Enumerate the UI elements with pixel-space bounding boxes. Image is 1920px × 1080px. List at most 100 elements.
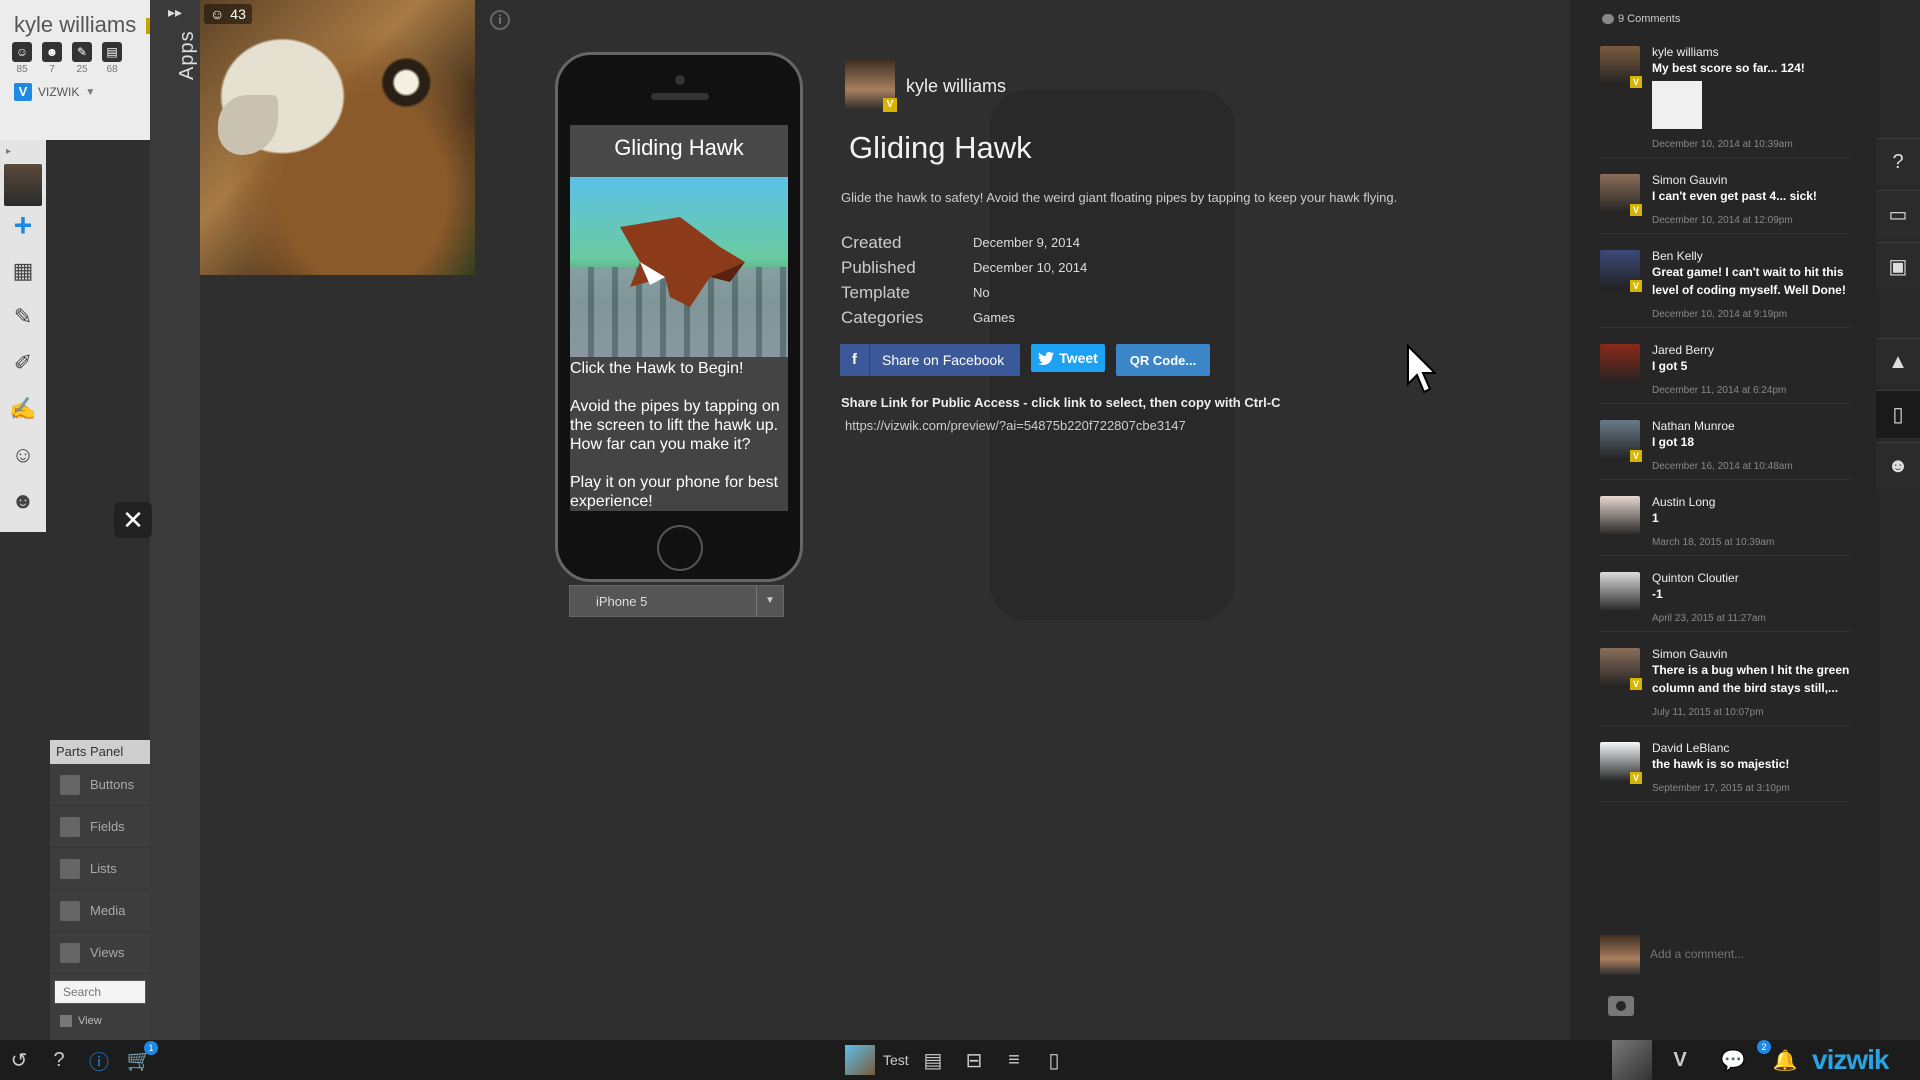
bell-icon[interactable]: 🔔 xyxy=(1770,1045,1800,1075)
share-link[interactable]: https://vizwik.com/preview/?ai=54875b220… xyxy=(845,418,1185,433)
vizwik-v-icon[interactable]: V xyxy=(1665,1045,1695,1075)
part-views[interactable]: Views xyxy=(50,932,150,974)
author-avatar[interactable]: V xyxy=(845,60,897,112)
avatar[interactable]: V xyxy=(1600,742,1642,784)
game-title: Gliding Hawk xyxy=(570,125,788,177)
info-icon[interactable]: i xyxy=(490,10,510,30)
likes-badge[interactable]: ☺ 43 xyxy=(204,4,252,24)
device-icon[interactable]: ▤ xyxy=(918,1045,948,1075)
tweet-button[interactable]: Tweet xyxy=(1031,344,1105,372)
help-icon[interactable]: ? xyxy=(44,1045,74,1075)
chat-icon[interactable]: 💬 xyxy=(1718,1045,1748,1075)
apps-strip[interactable] xyxy=(150,0,200,1040)
meta-row: Created December 9, 2014 xyxy=(841,230,1087,255)
graduation-cap-icon[interactable]: ▲ xyxy=(1876,338,1920,386)
game-art[interactable] xyxy=(570,177,788,357)
chat-icon[interactable]: ▭ xyxy=(1876,190,1920,238)
avatar[interactable] xyxy=(1612,1040,1652,1080)
comment-author[interactable]: Simon Gauvin xyxy=(1652,168,1850,187)
avatar xyxy=(1600,935,1640,975)
phone-icon[interactable]: ▯ xyxy=(1876,390,1920,438)
comment: V Simon Gauvin I can't even get past 4..… xyxy=(1600,168,1850,234)
comment-author[interactable]: Nathan Munroe xyxy=(1652,414,1850,433)
avatar[interactable] xyxy=(1600,572,1640,612)
part-buttons[interactable]: Buttons xyxy=(50,764,150,806)
chevron-down-icon[interactable]: ▼ xyxy=(756,586,783,616)
avatar[interactable] xyxy=(4,164,42,206)
parts-search-input[interactable] xyxy=(54,980,146,1004)
home-button[interactable] xyxy=(657,525,703,571)
app-list-icon[interactable]: ▦ xyxy=(6,254,40,288)
comment-author[interactable]: Simon Gauvin xyxy=(1652,642,1850,661)
user-stat[interactable]: ☺ 85 xyxy=(12,42,32,75)
share-facebook-button[interactable]: f Share on Facebook xyxy=(840,344,1020,376)
user-stat[interactable]: ☻ 7 xyxy=(42,42,62,75)
comment-text: I got 5 xyxy=(1652,359,1688,373)
comment-author[interactable]: Quinton Cloutier xyxy=(1652,566,1850,585)
mouse-cursor-icon xyxy=(1407,344,1436,394)
view-label: View xyxy=(78,1015,102,1027)
avatar[interactable]: V xyxy=(1600,46,1642,88)
presenter-icon[interactable]: ▣ xyxy=(1876,242,1920,290)
comment-author[interactable]: Ben Kelly xyxy=(1652,244,1850,263)
apps-label: Apps xyxy=(176,30,198,80)
comment-bubble-icon xyxy=(1602,14,1614,24)
org-selector[interactable]: V VIZWIK ▼ xyxy=(14,83,95,101)
device-select[interactable]: iPhone 5 ▼ xyxy=(569,585,784,617)
add-comment-input[interactable] xyxy=(1650,947,1850,961)
edit-app-icon[interactable]: ✎ xyxy=(6,300,40,334)
view-icon xyxy=(60,1015,72,1027)
meta-row: Published December 10, 2014 xyxy=(841,255,1087,280)
qr-code-button[interactable]: QR Code... xyxy=(1116,344,1210,376)
info-icon[interactable]: ⓘ xyxy=(84,1045,114,1075)
comments-panel: 9 Comments V kyle williams My best score… xyxy=(1570,0,1880,1040)
app-thumbnail[interactable] xyxy=(200,0,475,275)
phone-screen[interactable]: Gliding Hawk Click the Hawk to Begin! Av… xyxy=(570,125,788,511)
comment-author[interactable]: Jared Berry xyxy=(1652,338,1850,357)
collapse-icon[interactable]: ▸ xyxy=(6,146,11,157)
comment-attachment[interactable] xyxy=(1652,81,1702,129)
user-stat[interactable]: ▤ 68 xyxy=(102,42,122,75)
share-facebook-label: Share on Facebook xyxy=(882,352,1005,368)
edit-screen-icon[interactable]: ✐ xyxy=(6,346,40,380)
facebook-icon: f xyxy=(840,344,870,376)
face-icon: ☺ xyxy=(210,6,225,22)
author-name[interactable]: kyle williams xyxy=(906,76,1006,97)
comment-text: 1 xyxy=(1652,511,1659,525)
add-icon[interactable]: + xyxy=(6,207,40,243)
test-button[interactable]: Test xyxy=(845,1045,909,1075)
part-lists[interactable]: Lists xyxy=(50,848,150,890)
close-icon[interactable]: ✕ xyxy=(114,502,152,538)
back-icon[interactable]: ↺ xyxy=(4,1045,34,1075)
expand-icon[interactable]: ▸▸ xyxy=(168,4,182,21)
likes-icon: ☻ xyxy=(42,42,62,62)
part-media[interactable]: Media xyxy=(50,890,150,932)
help-icon[interactable]: ? xyxy=(1876,138,1920,186)
user-stat[interactable]: ✎ 25 xyxy=(72,42,92,75)
avatar[interactable]: V xyxy=(1600,174,1642,216)
face-icon[interactable]: ☻ xyxy=(1876,442,1920,490)
vizwik-logo[interactable]: vizwik xyxy=(1812,1044,1889,1076)
avatar[interactable] xyxy=(1600,344,1640,384)
user-name[interactable]: kyle williams xyxy=(14,12,136,38)
avatar[interactable]: V xyxy=(1600,648,1642,690)
avatar[interactable]: V xyxy=(1600,420,1642,462)
parts-view-toggle[interactable]: View xyxy=(50,1010,150,1032)
comment-author[interactable]: kyle williams xyxy=(1652,40,1850,59)
tablet-icon[interactable]: ▯ xyxy=(1039,1045,1069,1075)
part-fields[interactable]: Fields xyxy=(50,806,150,848)
split-icon[interactable]: ⊟ xyxy=(959,1045,989,1075)
layers-icon[interactable]: ≡ xyxy=(999,1045,1029,1075)
comment-author[interactable]: David LeBlanc xyxy=(1652,736,1850,755)
hawk-sprite[interactable] xyxy=(610,207,750,317)
phone-speaker xyxy=(651,93,709,100)
comment-author[interactable]: Austin Long xyxy=(1652,490,1850,509)
camera-icon[interactable] xyxy=(1608,996,1634,1016)
featured-icon[interactable]: ☻ xyxy=(6,484,40,518)
comment-time: July 11, 2015 at 10:07pm xyxy=(1652,707,1764,718)
avatar[interactable] xyxy=(1600,496,1640,536)
avatar[interactable]: V xyxy=(1600,250,1642,292)
favorites-icon[interactable]: ☺ xyxy=(6,438,40,472)
edit-doc-icon[interactable]: ✍ xyxy=(6,392,40,426)
meta-key: Created xyxy=(841,232,902,252)
